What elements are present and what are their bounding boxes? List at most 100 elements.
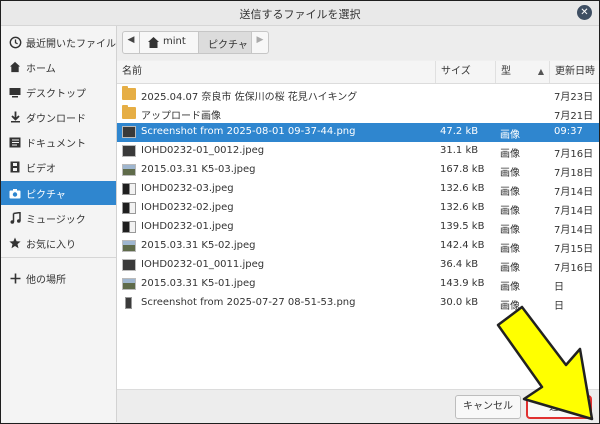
photo-thumbnail-icon bbox=[122, 164, 136, 176]
music-icon bbox=[8, 210, 22, 226]
file-modified: 7月16日 bbox=[554, 149, 594, 160]
sidebar-item-download[interactable]: ダウンロード bbox=[1, 105, 116, 129]
file-size: 132.6 kB bbox=[440, 202, 485, 213]
sidebar-item-label: ビデオ bbox=[26, 164, 56, 175]
home-icon bbox=[8, 59, 22, 75]
file-row[interactable]: IOHD0232-01.jpeg 139.5 kB 画像 7月14日 bbox=[117, 218, 599, 237]
file-size: 143.9 kB bbox=[440, 278, 485, 289]
close-button[interactable]: ✕ bbox=[577, 5, 592, 20]
file-row[interactable]: Screenshot from 2025-08-01 09-37-44.png 4… bbox=[117, 123, 599, 142]
column-header: 名前 サイズ 型 ▲ 更新日時 bbox=[117, 61, 599, 84]
photo-thumbnail-icon bbox=[122, 240, 136, 252]
file-modified: 7月15日 bbox=[554, 244, 594, 255]
image-thumbnail-icon bbox=[122, 183, 136, 195]
image-thumbnail-icon bbox=[122, 126, 136, 138]
sidebar-item-home[interactable]: ホーム bbox=[1, 55, 116, 79]
file-type: 画像 bbox=[500, 130, 520, 141]
image-thumbnail-icon bbox=[122, 259, 136, 271]
folder-icon bbox=[122, 86, 136, 100]
sort-ascending-icon: ▲ bbox=[537, 67, 544, 76]
folder-icon bbox=[122, 105, 136, 119]
sidebar-item-label: ドキュメント bbox=[26, 139, 86, 150]
column-name[interactable]: 名前 bbox=[117, 61, 435, 83]
path-bar: ◀ mint ピクチャ ▶ bbox=[117, 26, 599, 60]
sidebar-item-video[interactable]: ビデオ bbox=[1, 155, 116, 179]
window-title: 送信するファイルを選択 bbox=[239, 8, 361, 21]
file-row[interactable]: 2015.03.31 K5-02.jpeg 142.4 kB 画像 7月15日 bbox=[117, 237, 599, 256]
chevron-right-icon: ▶ bbox=[256, 35, 264, 45]
path-home-label: mint bbox=[163, 36, 186, 47]
file-name: アップロード画像 bbox=[141, 111, 221, 122]
sidebar-item-document[interactable]: ドキュメント bbox=[1, 130, 116, 154]
file-name: 2025.04.07 奈良市 佐保川の桜 花見ハイキング bbox=[141, 92, 358, 103]
path-scroll-left-button[interactable]: ◀ bbox=[122, 31, 140, 54]
column-size[interactable]: サイズ bbox=[435, 61, 495, 83]
file-name: IOHD0232-03.jpeg bbox=[141, 183, 234, 194]
file-modified: 日 bbox=[554, 282, 564, 293]
sidebar-item-label: ミュージック bbox=[26, 215, 86, 226]
column-type-label: 型 bbox=[501, 66, 511, 77]
file-name: Screenshot from 2025-07-27 08-51-53.png bbox=[141, 297, 356, 308]
file-name: IOHD0232-01_0011.jpeg bbox=[141, 259, 265, 270]
file-size: 31.1 kB bbox=[440, 145, 479, 156]
file-row[interactable]: IOHD0232-02.jpeg 132.6 kB 画像 7月14日 bbox=[117, 199, 599, 218]
path-scroll-right-button[interactable]: ▶ bbox=[251, 31, 269, 54]
file-modified: 7月14日 bbox=[554, 206, 594, 217]
desktop-icon bbox=[8, 84, 22, 100]
path-current-button[interactable]: ピクチャ bbox=[198, 31, 252, 54]
file-modified: 7月14日 bbox=[554, 225, 594, 236]
file-name: 2015.03.31 K5-03.jpeg bbox=[141, 164, 256, 175]
file-size: 132.6 kB bbox=[440, 183, 485, 194]
sidebar-item-star[interactable]: お気に入り bbox=[1, 231, 116, 255]
file-size: 142.4 kB bbox=[440, 240, 485, 251]
file-row[interactable]: 2015.03.31 K5-01.jpeg 143.9 kB 画像 日 bbox=[117, 275, 599, 294]
file-type: 画像 bbox=[500, 282, 520, 293]
file-type: 画像 bbox=[500, 263, 520, 274]
sidebar-item-label: ピクチャ bbox=[26, 190, 66, 201]
home-icon bbox=[148, 37, 159, 48]
image-thumbnail-icon bbox=[122, 202, 136, 214]
sidebar-item-label: 最近開いたファイル bbox=[26, 39, 116, 50]
file-name: Screenshot from 2025-08-01 09-37-44.png bbox=[141, 126, 356, 137]
video-icon bbox=[8, 159, 22, 175]
path-current-label: ピクチャ bbox=[208, 40, 248, 51]
file-row[interactable]: 2025.04.07 奈良市 佐保川の桜 花見ハイキング 7月23日 bbox=[117, 85, 599, 104]
file-modified: 7月21日 bbox=[554, 111, 594, 122]
plus-icon bbox=[8, 270, 22, 286]
column-modified[interactable]: 更新日時 bbox=[549, 61, 599, 83]
file-row[interactable]: IOHD0232-01_0011.jpeg 36.4 kB 画像 7月16日 bbox=[117, 256, 599, 275]
file-row[interactable]: IOHD0232-03.jpeg 132.6 kB 画像 7月14日 bbox=[117, 180, 599, 199]
column-type[interactable]: 型 ▲ bbox=[495, 61, 549, 83]
places-sidebar: 最近開いたファイルホーム デスクトップ ダウンロードドキュメント ビデオピクチャミュー… bbox=[1, 26, 117, 422]
file-modified: 7月18日 bbox=[554, 168, 594, 179]
camera-icon bbox=[8, 185, 22, 201]
file-type: 画像 bbox=[500, 206, 520, 217]
clock-icon bbox=[8, 34, 22, 50]
sidebar-item-desktop[interactable]: デスクトップ bbox=[1, 80, 116, 104]
file-size: 167.8 kB bbox=[440, 164, 485, 175]
column-name-label: 名前 bbox=[122, 66, 142, 77]
file-row[interactable]: IOHD0232-01_0012.jpeg 31.1 kB 画像 7月16日 bbox=[117, 142, 599, 161]
star-icon bbox=[8, 235, 22, 251]
file-modified: 7月16日 bbox=[554, 263, 594, 274]
file-row[interactable]: アップロード画像 7月21日 bbox=[117, 104, 599, 123]
column-size-label: サイズ bbox=[441, 66, 471, 77]
file-modified: 7月14日 bbox=[554, 187, 594, 198]
image-thumbnail-icon bbox=[125, 297, 132, 309]
path-home-button[interactable]: mint bbox=[139, 31, 199, 54]
close-icon: ✕ bbox=[580, 7, 589, 18]
sidebar-item-plus[interactable]: 他の場所 bbox=[1, 266, 116, 290]
sidebar-item-camera[interactable]: ピクチャ bbox=[1, 181, 116, 205]
file-row[interactable]: 2015.03.31 K5-03.jpeg 167.8 kB 画像 7月18日 bbox=[117, 161, 599, 180]
download-icon bbox=[8, 109, 22, 125]
sidebar-item-label: お気に入り bbox=[26, 240, 76, 251]
file-modified: 09:37 bbox=[554, 126, 583, 137]
file-name: IOHD0232-01.jpeg bbox=[141, 221, 234, 232]
column-modified-label: 更新日時 bbox=[555, 66, 595, 77]
file-size: 47.2 kB bbox=[440, 126, 479, 137]
sidebar-divider bbox=[1, 257, 116, 258]
file-size: 36.4 kB bbox=[440, 259, 479, 270]
sidebar-item-music[interactable]: ミュージック bbox=[1, 206, 116, 230]
file-type: 画像 bbox=[500, 244, 520, 255]
sidebar-item-clock[interactable]: 最近開いたファイル bbox=[1, 30, 116, 54]
